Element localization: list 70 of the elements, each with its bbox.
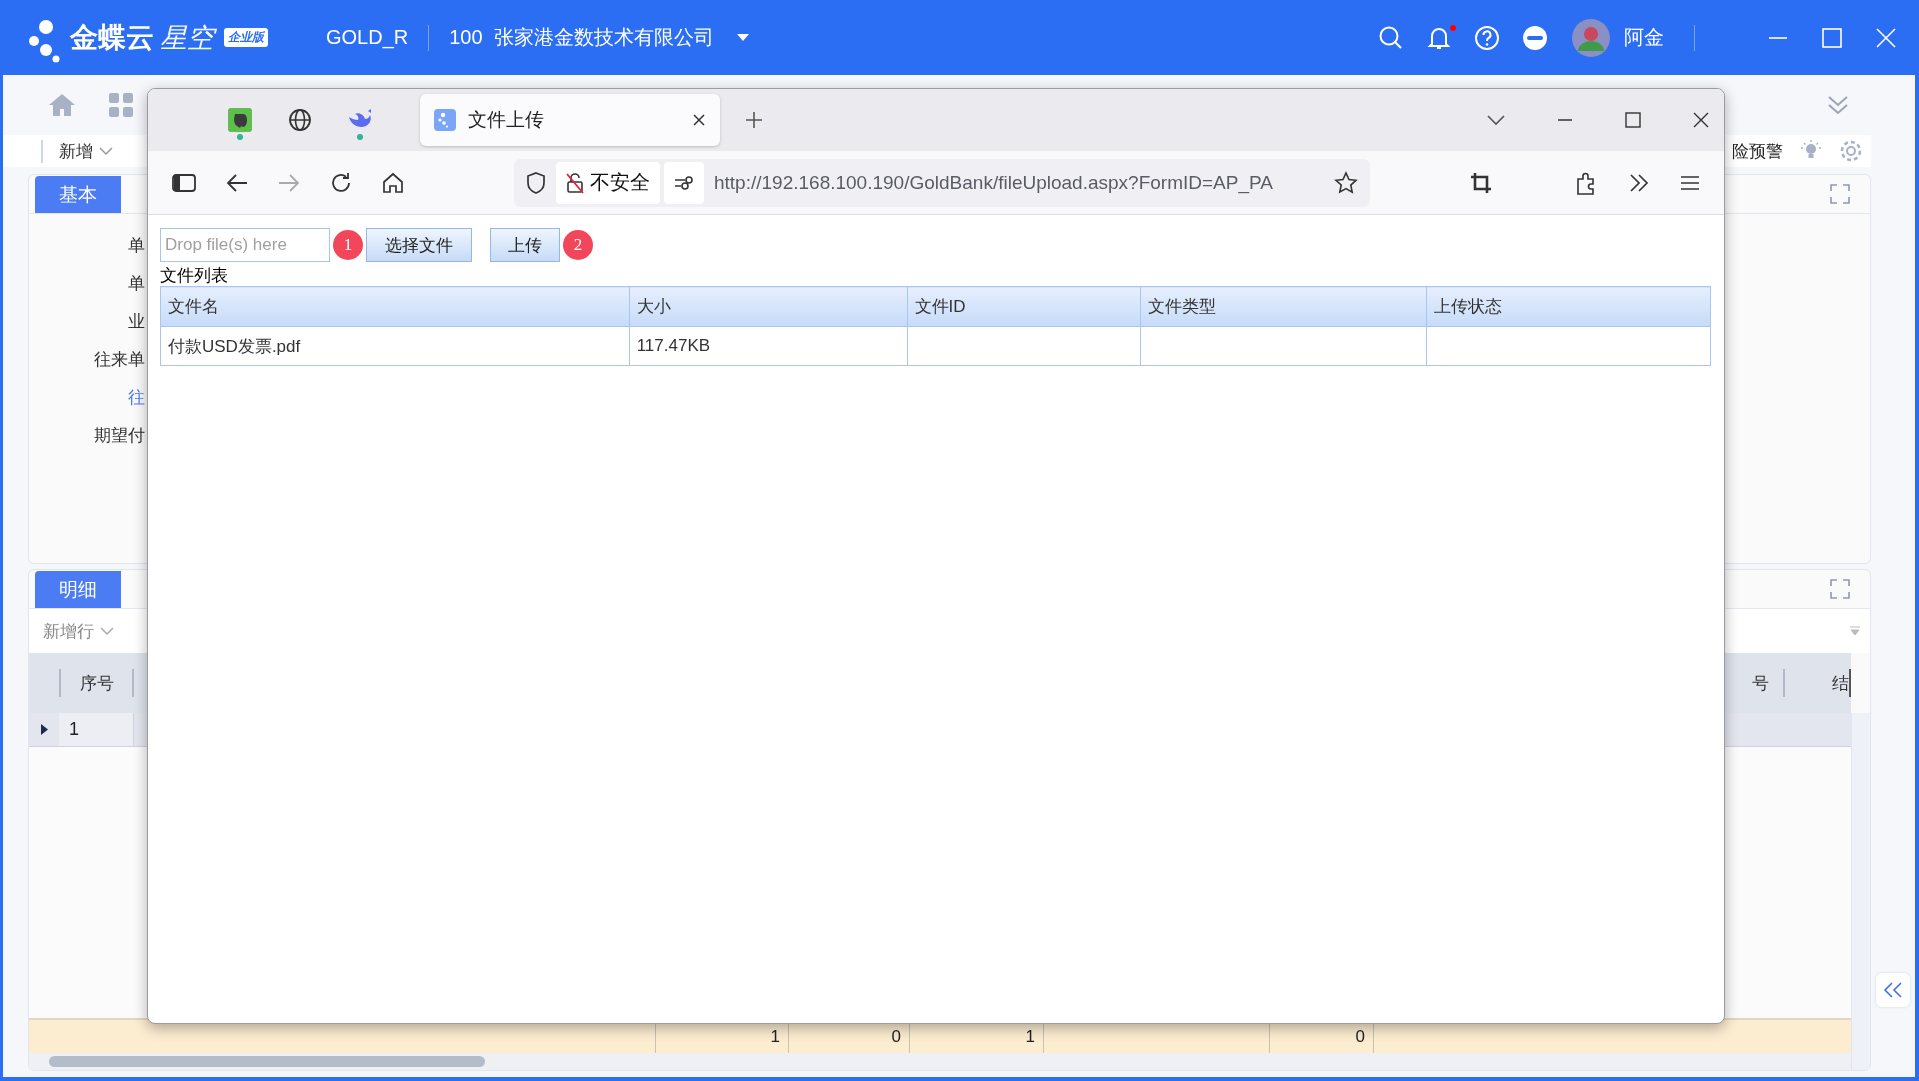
- tab-favicon-icon: [434, 109, 456, 131]
- column-header: 文件类型: [1140, 286, 1427, 327]
- address-bar[interactable]: 不安全 http://192.168.100.190/GoldBank/fileUpload.aspx?FormID=AP_PA: [514, 158, 1370, 207]
- lock-off-icon: [566, 171, 584, 194]
- table-cell: 付款USD发票.pdf: [160, 326, 630, 366]
- reload-icon[interactable]: [330, 171, 352, 194]
- globe-icon: [288, 108, 312, 132]
- permissions-button[interactable]: [664, 161, 704, 204]
- caret-icon[interactable]: [735, 33, 750, 42]
- choose-file-button[interactable]: 选择文件: [366, 228, 472, 262]
- back-icon[interactable]: [226, 172, 248, 193]
- chevron-down-icon: [99, 146, 113, 156]
- chevrons-icon[interactable]: [1628, 172, 1650, 193]
- browser-tab[interactable]: 文件上传: [420, 94, 720, 146]
- table-cell: 1: [59, 713, 134, 746]
- field-label: 单: [128, 236, 145, 256]
- horizontal-scrollbar[interactable]: [29, 1053, 1851, 1070]
- sidebar-icon[interactable]: [172, 172, 196, 193]
- column-header: 上传状态: [1426, 286, 1711, 327]
- add-row-button[interactable]: 新增行: [43, 619, 114, 643]
- field-label: 期望付: [94, 426, 145, 446]
- shield-icon[interactable]: [526, 171, 546, 194]
- menu-icon[interactable]: [1680, 174, 1700, 191]
- star-icon[interactable]: [1334, 170, 1358, 195]
- field-link[interactable]: 往: [128, 388, 145, 408]
- close-icon[interactable]: [1692, 111, 1710, 129]
- organization-name[interactable]: 100 张家港金数技术有限公司: [449, 24, 714, 51]
- chevron-down-icon: [100, 626, 114, 636]
- drop-field[interactable]: Drop file(s) here: [160, 228, 330, 262]
- step-marker: 2: [563, 230, 593, 260]
- tab-list-icon[interactable]: [1486, 114, 1506, 126]
- total-value: 0: [1355, 1026, 1365, 1047]
- vertical-scrollbar[interactable]: [1851, 713, 1870, 1070]
- total-value: 1: [770, 1026, 780, 1047]
- sliders-icon: [674, 175, 694, 190]
- crop-icon[interactable]: [1470, 171, 1492, 194]
- column-header: 文件名: [160, 286, 630, 327]
- new-tab-icon[interactable]: [744, 110, 764, 130]
- new-button[interactable]: 新增: [41, 139, 113, 163]
- double-chevron-icon[interactable]: [1827, 94, 1849, 116]
- url-text[interactable]: http://192.168.100.190/GoldBank/fileUpload.aspx?FormID=AP_PA: [714, 171, 1322, 194]
- file-list-title: 文件列表: [160, 266, 229, 286]
- field-label: 单: [128, 274, 145, 294]
- table-cell: 117.47KB: [629, 326, 907, 366]
- help-icon[interactable]: [1474, 24, 1500, 51]
- double-chevron-left-icon: [1883, 982, 1903, 998]
- close-tab-icon[interactable]: [692, 113, 706, 127]
- minus-circle-icon[interactable]: [1522, 24, 1548, 51]
- step-marker: 1: [333, 230, 363, 260]
- maximize-icon[interactable]: [1624, 111, 1642, 129]
- database-name[interactable]: GOLD_R: [326, 26, 409, 49]
- home-icon[interactable]: [382, 171, 404, 194]
- total-value: 0: [891, 1026, 901, 1047]
- brand-name: 金蝶云: [70, 20, 154, 55]
- total-value: 1: [1025, 1026, 1035, 1047]
- column-header: 序号: [59, 669, 134, 697]
- field-label: 往来单: [94, 350, 145, 370]
- column-header: 大小: [629, 286, 907, 327]
- upload-button[interactable]: 上传: [490, 228, 560, 262]
- column-header: 文件ID: [907, 286, 1141, 327]
- edition-badge: 企业版: [224, 28, 268, 47]
- column-header: 结: [1783, 669, 1851, 697]
- column-header: 号: [1751, 672, 1770, 695]
- user-name[interactable]: 阿金: [1624, 24, 1664, 51]
- collapse-button[interactable]: [1876, 973, 1910, 1007]
- logo-icon: [26, 18, 62, 63]
- search-icon[interactable]: [1378, 24, 1404, 51]
- field-label: 业: [128, 312, 145, 332]
- risk-warning-label[interactable]: 险预警: [1732, 139, 1783, 163]
- security-status[interactable]: 不安全: [556, 161, 660, 204]
